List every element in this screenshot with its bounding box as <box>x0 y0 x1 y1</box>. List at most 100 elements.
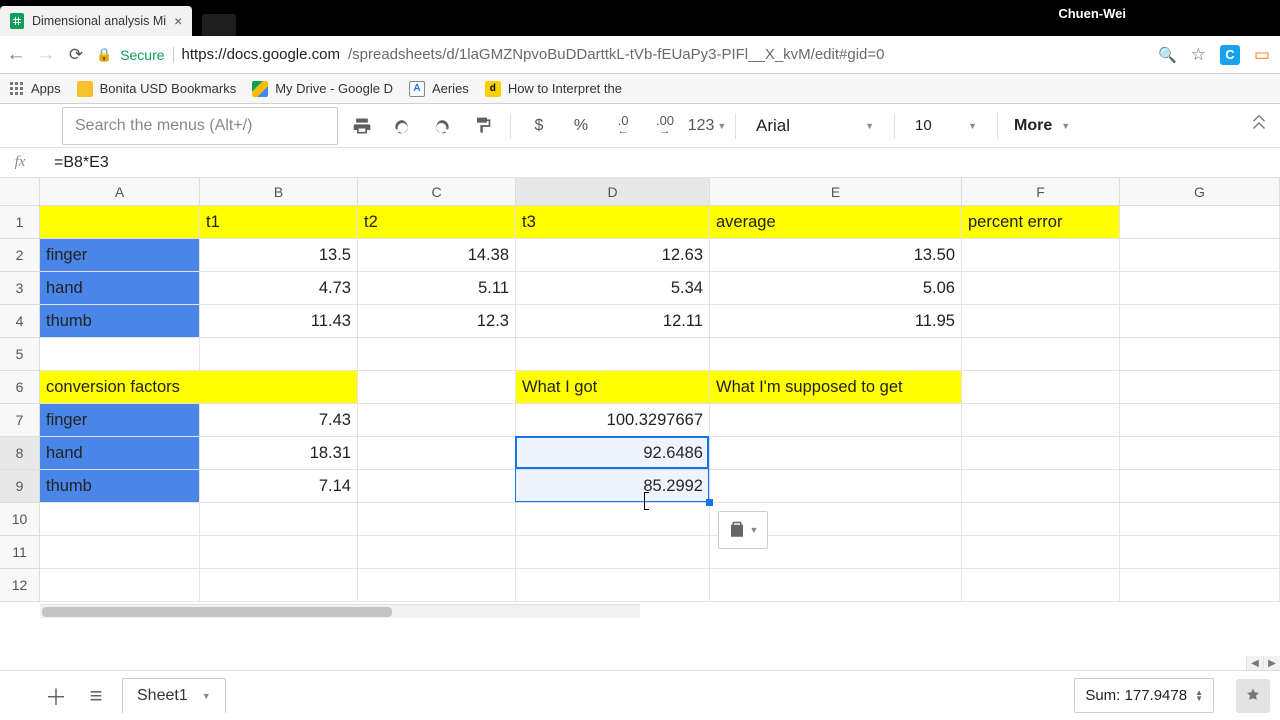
cell[interactable] <box>200 569 358 602</box>
cell[interactable]: 13.50 <box>710 239 962 272</box>
row-header[interactable]: 10 <box>0 503 39 536</box>
explore-button[interactable] <box>1236 679 1270 713</box>
row-header[interactable]: 6 <box>0 371 39 404</box>
cell[interactable] <box>962 503 1120 536</box>
cell[interactable]: average <box>710 206 962 239</box>
cell[interactable]: percent error <box>962 206 1120 239</box>
extension-present-icon[interactable]: ▭ <box>1254 45 1270 65</box>
cell[interactable]: 13.5 <box>200 239 358 272</box>
cell[interactable]: 5.34 <box>516 272 710 305</box>
spreadsheet-grid[interactable]: ABCDEFG 123456789101112 t1t2t3averageper… <box>0 178 1280 670</box>
cell[interactable]: thumb <box>40 305 200 338</box>
number-format-select[interactable]: 123▼ <box>691 110 723 142</box>
cell[interactable] <box>962 569 1120 602</box>
cell[interactable] <box>358 470 516 503</box>
cell[interactable] <box>1120 272 1280 305</box>
cell[interactable] <box>710 338 962 371</box>
cell[interactable] <box>40 503 200 536</box>
cell[interactable]: 7.14 <box>200 470 358 503</box>
cell[interactable]: finger <box>40 404 200 437</box>
cell[interactable] <box>1120 404 1280 437</box>
increase-decimal-button[interactable]: .00→ <box>649 110 681 142</box>
zoom-icon[interactable]: 🔍 <box>1158 46 1177 64</box>
cell[interactable] <box>1120 305 1280 338</box>
row-header[interactable]: 4 <box>0 305 39 338</box>
cell[interactable] <box>40 206 200 239</box>
cell[interactable] <box>516 338 710 371</box>
cell[interactable] <box>40 338 200 371</box>
add-sheet-button[interactable]: ＋ <box>42 680 70 712</box>
font-size-select[interactable]: 10 ▼ <box>907 117 985 134</box>
cell[interactable] <box>358 536 516 569</box>
row-header[interactable]: 8 <box>0 437 39 470</box>
cell[interactable] <box>962 305 1120 338</box>
cell[interactable] <box>962 371 1120 404</box>
cell[interactable] <box>358 371 516 404</box>
cell[interactable] <box>710 470 962 503</box>
decrease-decimal-button[interactable]: .0← <box>607 110 639 142</box>
cell[interactable]: 4.73 <box>200 272 358 305</box>
cell[interactable]: What I got <box>516 371 710 404</box>
font-select[interactable]: Arial ▼ <box>748 116 882 136</box>
cell[interactable]: hand <box>40 272 200 305</box>
horizontal-scroll-arrows[interactable]: ◀▶ <box>1246 656 1280 670</box>
cell[interactable]: 12.11 <box>516 305 710 338</box>
column-header[interactable]: D <box>516 178 710 205</box>
column-header[interactable]: E <box>710 178 962 205</box>
column-header[interactable]: G <box>1120 178 1280 205</box>
row-header[interactable]: 12 <box>0 569 39 602</box>
cell[interactable] <box>516 536 710 569</box>
cell[interactable]: 100.3297667 <box>516 404 710 437</box>
sheet-tab[interactable]: Sheet1 ▼ <box>122 678 226 713</box>
select-all-corner[interactable] <box>0 178 40 206</box>
cell[interactable] <box>358 437 516 470</box>
cell[interactable] <box>1120 239 1280 272</box>
cell[interactable] <box>962 239 1120 272</box>
cell[interactable] <box>962 404 1120 437</box>
cell[interactable] <box>200 536 358 569</box>
browser-tab-active[interactable]: Dimensional analysis Mi × <box>0 6 192 36</box>
extension-c-icon[interactable]: C <box>1220 45 1240 65</box>
currency-button[interactable]: $ <box>523 110 555 142</box>
row-header[interactable]: 11 <box>0 536 39 569</box>
horizontal-scrollbar[interactable] <box>40 604 640 618</box>
cell[interactable] <box>40 569 200 602</box>
column-headers[interactable]: ABCDEFG <box>40 178 1280 206</box>
cell[interactable] <box>516 503 710 536</box>
forward-button[interactable]: → <box>36 45 56 65</box>
cell[interactable] <box>710 569 962 602</box>
scrollbar-thumb[interactable] <box>42 607 392 617</box>
bookmark-item[interactable]: My Drive - Google D <box>252 81 393 97</box>
cell[interactable]: t2 <box>358 206 516 239</box>
quicksum-box[interactable]: Sum: 177.9478 ▲▼ <box>1074 678 1214 713</box>
cell[interactable] <box>358 404 516 437</box>
formula-input[interactable] <box>40 154 1280 172</box>
bookmark-item[interactable]: Bonita USD Bookmarks <box>77 81 237 97</box>
cell[interactable] <box>40 536 200 569</box>
cell[interactable]: t1 <box>200 206 358 239</box>
column-header[interactable]: A <box>40 178 200 205</box>
cell[interactable] <box>1120 503 1280 536</box>
cell[interactable] <box>1120 536 1280 569</box>
back-button[interactable]: ← <box>6 45 26 65</box>
bookmark-item[interactable]: AAeries <box>409 81 469 97</box>
bookmark-item[interactable]: dHow to Interpret the <box>485 81 622 97</box>
column-header[interactable]: B <box>200 178 358 205</box>
cell[interactable] <box>1120 371 1280 404</box>
cell[interactable] <box>1120 569 1280 602</box>
more-toolbar[interactable]: More ▼ <box>1010 117 1074 135</box>
column-header[interactable]: F <box>962 178 1120 205</box>
cell[interactable]: thumb <box>40 470 200 503</box>
print-button[interactable] <box>346 110 378 142</box>
cell[interactable] <box>1120 437 1280 470</box>
profile-name[interactable]: Chuen-Wei <box>1058 6 1126 21</box>
cell[interactable]: What I'm supposed to get <box>710 371 962 404</box>
cell[interactable] <box>200 338 358 371</box>
cell[interactable]: 14.38 <box>358 239 516 272</box>
row-header[interactable]: 1 <box>0 206 39 239</box>
cell[interactable] <box>710 437 962 470</box>
cell[interactable] <box>358 503 516 536</box>
new-tab-button[interactable] <box>202 14 236 36</box>
cell[interactable] <box>358 569 516 602</box>
all-sheets-button[interactable]: ≡ <box>82 683 110 709</box>
